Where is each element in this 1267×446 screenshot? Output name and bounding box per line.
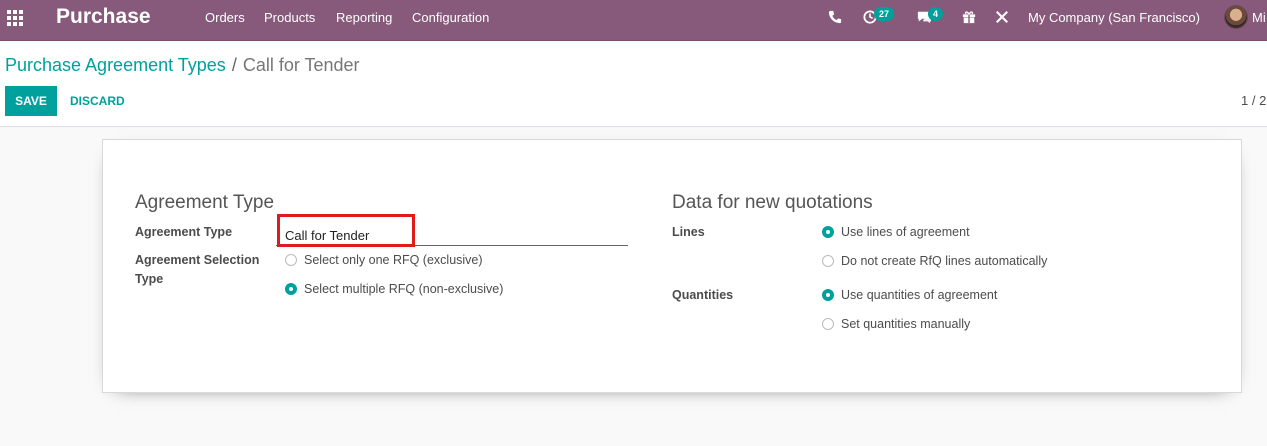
breadcrumb-parent-link[interactable]: Purchase Agreement Types — [5, 55, 226, 75]
message-count-badge: 4 — [928, 7, 944, 21]
app-name[interactable]: Purchase — [56, 5, 151, 29]
breadcrumb-separator: / — [231, 55, 237, 75]
radio-use-lines-circle[interactable] — [822, 226, 834, 238]
radio-non-exclusive[interactable]: Select multiple RFQ (non-exclusive) — [285, 282, 503, 296]
radio-no-rfq-lines-circle[interactable] — [822, 255, 834, 267]
lines-label: Lines — [672, 225, 705, 239]
company-switcher[interactable]: My Company (San Francisco) — [1028, 10, 1200, 25]
record-pager[interactable]: 1 / 2 — [1241, 93, 1266, 108]
radio-use-quantities[interactable]: Use quantities of agreement — [822, 288, 997, 302]
activity-count-badge: 27 — [874, 7, 895, 21]
discard-button[interactable]: Discard — [64, 86, 131, 116]
radio-set-manually-label: Set quantities manually — [841, 317, 971, 331]
radio-set-manually-circle[interactable] — [822, 318, 834, 330]
phone-icon[interactable] — [828, 10, 842, 28]
radio-use-lines-label: Use lines of agreement — [841, 225, 970, 239]
agreement-type-input[interactable] — [276, 219, 628, 246]
agreement-type-group-title: Agreement Type — [135, 192, 275, 213]
user-menu[interactable]: Mi — [1252, 10, 1266, 25]
menu-configuration[interactable]: Configuration — [412, 10, 489, 25]
debug-tools-icon[interactable] — [995, 10, 1009, 28]
menu-products[interactable]: Products — [264, 10, 315, 25]
form-sheet: Agreement Type Agreement Type Agreement … — [102, 139, 1242, 393]
user-avatar[interactable] — [1224, 5, 1248, 29]
radio-exclusive[interactable]: Select only one RFQ (exclusive) — [285, 253, 483, 267]
radio-set-manually[interactable]: Set quantities manually — [822, 317, 970, 331]
menu-orders[interactable]: Orders — [205, 10, 245, 25]
radio-use-lines[interactable]: Use lines of agreement — [822, 225, 970, 239]
radio-exclusive-label: Select only one RFQ (exclusive) — [304, 253, 483, 267]
save-button[interactable]: Save — [5, 86, 57, 116]
radio-use-quantities-circle[interactable] — [822, 289, 834, 301]
agreement-type-label: Agreement Type — [135, 225, 233, 239]
control-panel: Purchase Agreement Types / Call for Tender… — [0, 41, 1267, 127]
breadcrumb-current: Call for Tender — [242, 55, 360, 75]
radio-exclusive-circle[interactable] — [285, 254, 297, 266]
radio-non-exclusive-circle[interactable] — [285, 283, 297, 295]
quantities-label: Quantities — [672, 288, 734, 302]
menu-reporting[interactable]: Reporting — [336, 10, 392, 25]
radio-non-exclusive-label: Select multiple RFQ (non-exclusive) — [304, 282, 504, 296]
radio-use-quantities-label: Use quantities of agreement — [841, 288, 998, 302]
gift-icon[interactable] — [962, 10, 976, 28]
apps-menu-icon[interactable] — [7, 10, 23, 26]
radio-no-rfq-lines[interactable]: Do not create RfQ lines automatically — [822, 254, 1047, 268]
top-navbar: Purchase Orders Products Reporting Confi… — [0, 0, 1267, 41]
new-quotations-group-title: Data for new quotations — [672, 192, 873, 213]
radio-no-rfq-lines-label: Do not create RfQ lines automatically — [841, 254, 1048, 268]
agreement-selection-type-label: Agreement Selection Type — [135, 253, 260, 286]
breadcrumb: Purchase Agreement Types / Call for Tender — [5, 55, 360, 76]
